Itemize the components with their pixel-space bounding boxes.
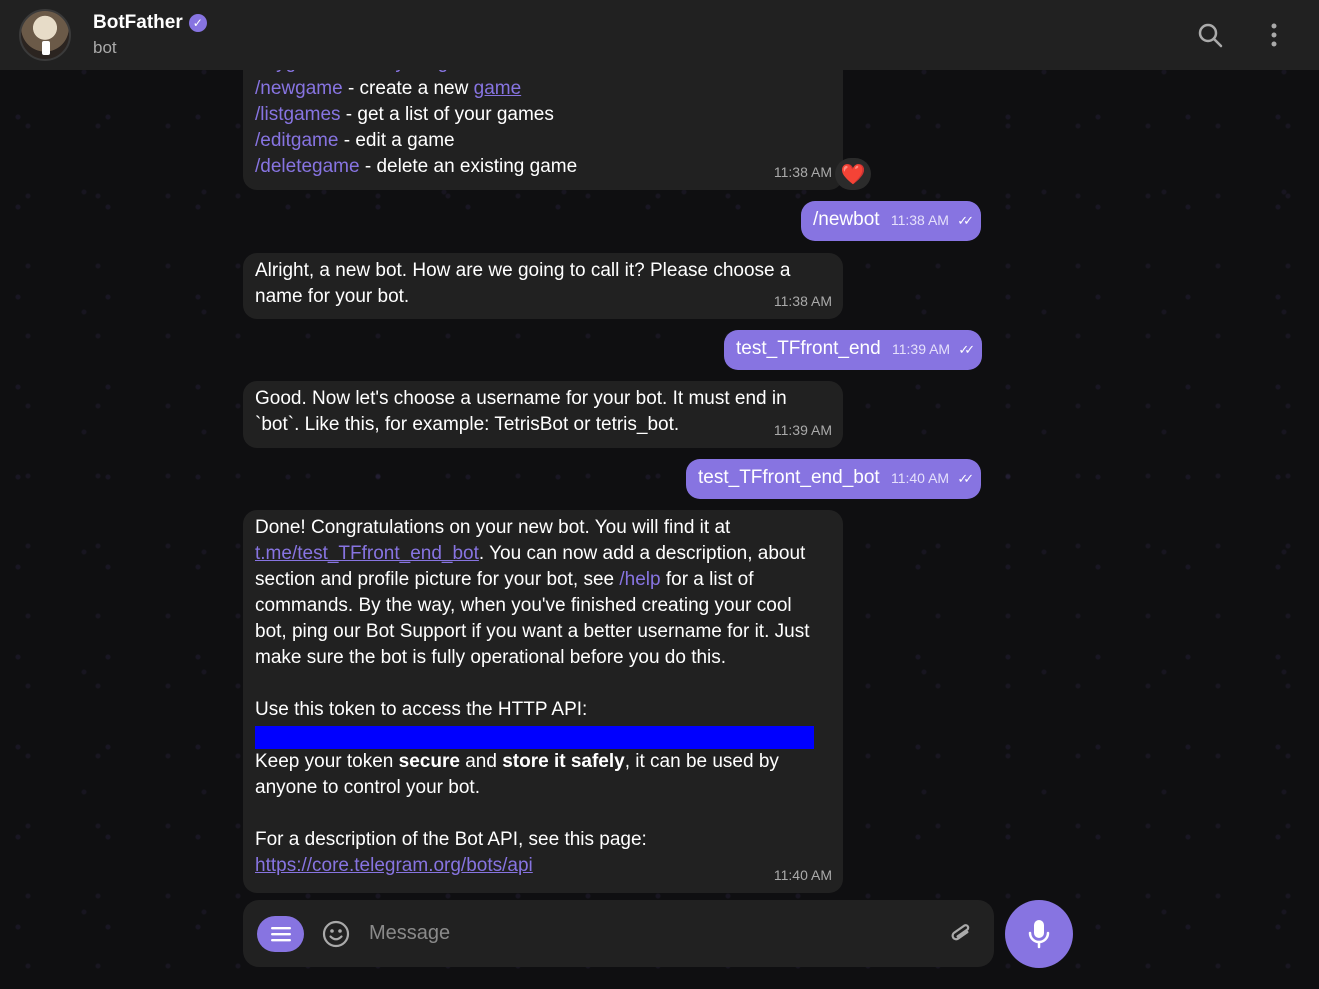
read-check-icon: ✓✓ xyxy=(957,471,974,486)
verified-icon: ✓ xyxy=(188,14,207,32)
message-composer xyxy=(243,900,994,967)
bold-text: secure xyxy=(398,751,460,772)
command-link[interactable]: /newgame xyxy=(255,78,343,99)
command-line: /newgame - create a new game xyxy=(255,76,831,102)
message-outgoing[interactable]: /newbot 11:38 AM ✓✓ xyxy=(801,201,982,241)
paperclip-icon[interactable] xyxy=(946,919,976,949)
command-desc: - edit a game xyxy=(338,130,455,151)
message-incoming[interactable]: Alright, a new bot. How are we going to … xyxy=(243,253,843,319)
search-icon[interactable] xyxy=(1195,20,1225,50)
help-command-link[interactable]: /help xyxy=(619,569,660,590)
message-time: 11:38 AM xyxy=(773,293,832,309)
chat-title-block[interactable]: BotFather ✓ bot xyxy=(93,12,207,58)
command-link[interactable]: /listgames xyxy=(255,104,341,125)
command-desc: - create a new xyxy=(342,78,474,99)
command-line: /listgames - get a list of your games xyxy=(255,102,831,128)
message-incoming-token[interactable]: Done! Congratulations on your new bot. Y… xyxy=(243,510,843,893)
command-line: /editgame - edit a game xyxy=(255,128,831,154)
chat-subtitle: bot xyxy=(93,38,117,57)
message-outgoing[interactable]: test_TFfront_end 11:39 AM ✓✓ xyxy=(724,330,983,370)
chat-title: BotFather xyxy=(93,12,183,33)
api-docs-link[interactable]: https://core.telegram.org/bots/api xyxy=(255,855,533,876)
message-paragraph: Done! Congratulations on your new bot. Y… xyxy=(255,515,825,671)
message-text: test_TFfront_end xyxy=(736,338,881,359)
heart-icon[interactable]: ❤️ xyxy=(835,158,871,190)
api-label: For a description of the Bot API, see th… xyxy=(255,829,647,850)
command-desc: - get a list of your games xyxy=(340,104,554,125)
read-check-icon: ✓✓ xyxy=(958,342,975,357)
message-text: test_TFfront_end_bot xyxy=(698,467,880,488)
message-text: /newbot xyxy=(813,209,880,230)
message-input[interactable] xyxy=(369,922,946,945)
message-outgoing[interactable]: test_TFfront_end_bot 11:40 AM ✓✓ xyxy=(686,459,982,499)
token-redacted[interactable] xyxy=(255,726,814,749)
command-desc: - delete an existing game xyxy=(359,156,578,177)
message-time: 11:39 AM xyxy=(773,422,832,438)
command-link[interactable]: /editgame xyxy=(255,130,338,151)
message-incoming[interactable]: Good. Now let's choose a username for yo… xyxy=(243,381,843,448)
message-text: Good. Now let's choose a username for yo… xyxy=(255,388,787,435)
menu-icon[interactable] xyxy=(257,915,304,952)
command-line: /deletegame - delete an existing game xyxy=(255,154,831,180)
message-time: 11:38 AM xyxy=(890,212,949,228)
text-span: and xyxy=(459,751,503,772)
message-time: 11:40 AM xyxy=(890,470,950,486)
game-link[interactable]: game xyxy=(474,78,522,99)
command-link[interactable]: /deletegame xyxy=(255,156,360,177)
microphone-icon[interactable] xyxy=(1005,900,1073,968)
message-time: 11:40 AM xyxy=(773,867,832,883)
read-check-icon: ✓✓ xyxy=(957,213,974,228)
more-vertical-icon[interactable] xyxy=(1259,20,1289,50)
chat-header: BotFather ✓ bot xyxy=(0,0,1319,70)
bold-text: store it safely xyxy=(502,751,625,772)
message-time: 11:38 AM xyxy=(773,164,832,180)
token-label: Use this token to access the HTTP API: xyxy=(255,699,588,720)
message-text: Alright, a new bot. How are we going to … xyxy=(255,260,791,307)
avatar[interactable] xyxy=(19,9,71,61)
reaction-emoji: ❤️ xyxy=(840,163,866,186)
message-time: 11:39 AM xyxy=(891,341,951,357)
text-span: Done! Congratulations on your new bot. Y… xyxy=(255,517,731,538)
text-span: Keep your token xyxy=(255,751,399,772)
message-paragraph: Keep your token secure and store it safe… xyxy=(255,749,825,801)
bot-link[interactable]: t.me/test_TFfront_end_bot xyxy=(255,543,479,564)
emoji-icon[interactable] xyxy=(321,919,351,949)
